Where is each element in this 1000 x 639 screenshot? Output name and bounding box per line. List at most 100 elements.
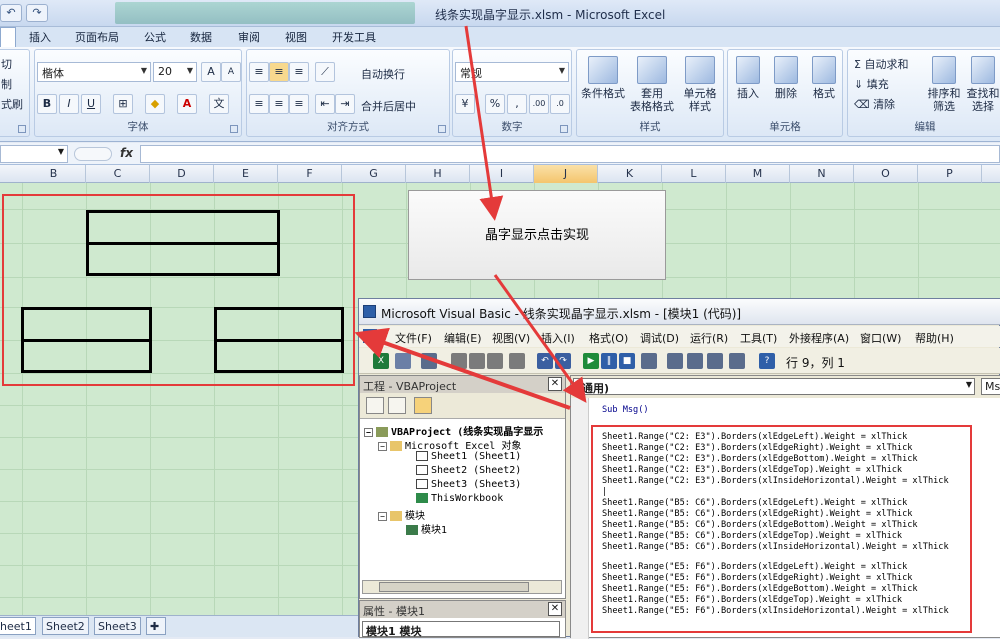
currency-icon[interactable]: ¥ (455, 94, 475, 114)
procedure-dropdown[interactable]: Ms (981, 378, 1000, 395)
tree-item-sheet2[interactable]: Sheet2 (Sheet2) (416, 465, 521, 476)
menu-edit[interactable]: 编辑(E) (444, 330, 482, 346)
find-select-button[interactable]: 查找和 选择 (964, 56, 1000, 113)
tab-developer[interactable]: 开发工具 (332, 29, 376, 45)
format-as-table-button[interactable]: 套用 表格格式 (627, 56, 677, 113)
insert-function-icon[interactable]: fx (120, 146, 133, 160)
object-browser-icon[interactable] (707, 353, 723, 369)
align-bottom-icon[interactable]: ≡ (289, 62, 309, 82)
sheet-tab-sheet1[interactable]: heet1 (0, 617, 36, 635)
tree-item-vbaproject[interactable]: − VBAProject (线条实现晶字显示 (364, 423, 543, 438)
column-header-f[interactable]: F (278, 165, 342, 183)
align-left-icon[interactable]: ≡ (249, 94, 269, 114)
cut-icon[interactable] (451, 353, 467, 369)
project-explorer-icon[interactable] (667, 353, 683, 369)
formula-input[interactable] (140, 145, 1000, 163)
font-name-combo[interactable]: 楷体 ▼ (37, 62, 151, 82)
redo-icon[interactable]: ↷ (555, 353, 571, 369)
view-code-icon[interactable] (366, 397, 384, 414)
menu-tools[interactable]: 工具(T) (740, 330, 777, 346)
clipboard-launcher-icon[interactable] (18, 125, 26, 133)
underline-icon[interactable]: U (81, 94, 101, 114)
tree-item-excel-objects[interactable]: − Microsoft Excel 对象 (378, 437, 521, 452)
cell-styles-button[interactable]: 单元格 样式 (677, 56, 723, 113)
menu-format[interactable]: 格式(O) (589, 330, 628, 346)
horizontal-scrollbar[interactable] (362, 580, 562, 594)
run-icon[interactable]: ▶ (583, 353, 599, 369)
column-header-e[interactable]: E (214, 165, 278, 183)
view-object-icon[interactable] (388, 397, 406, 414)
percent-button[interactable]: % (485, 94, 505, 114)
format-cells-button[interactable]: 格式 (806, 56, 842, 100)
column-header-d[interactable]: D (150, 165, 214, 183)
increase-decimal-button[interactable]: .00 (529, 94, 549, 114)
break-icon[interactable]: ‖ (601, 353, 617, 369)
font-color-icon[interactable]: A (177, 94, 197, 114)
alignment-launcher-icon[interactable] (438, 125, 446, 133)
shrink-font-icon[interactable]: A (221, 62, 241, 82)
fill-button[interactable]: ⇓ 填充 (854, 76, 889, 92)
code-window[interactable]: (通用) ▼ Ms Sub Msg() Sheet1.Range("C2: E3"… (570, 375, 1000, 639)
insert-cells-button[interactable]: 插入 (730, 56, 766, 100)
save-icon[interactable] (421, 353, 437, 369)
toggle-folders-icon[interactable] (414, 397, 432, 414)
font-launcher-icon[interactable] (230, 125, 238, 133)
tab-review[interactable]: 审阅 (238, 29, 260, 45)
column-header-c[interactable]: C (86, 165, 150, 183)
tab-insert[interactable]: 插入 (29, 29, 51, 45)
menu-view[interactable]: 视图(V) (492, 330, 530, 346)
properties-object-select[interactable]: 模块1 模块 (362, 621, 560, 638)
column-header-i[interactable]: I (470, 165, 534, 183)
align-right-icon[interactable]: ≡ (289, 94, 309, 114)
undo-icon[interactable]: ↶ (0, 4, 22, 22)
copy-button[interactable]: 制 (1, 76, 12, 92)
find-icon[interactable] (509, 353, 525, 369)
decrease-decimal-button[interactable]: .0 (550, 94, 570, 114)
fill-color-icon[interactable]: ◆ (145, 94, 165, 114)
comma-button[interactable]: , (507, 94, 527, 114)
number-launcher-icon[interactable] (560, 125, 568, 133)
italic-icon[interactable]: I (59, 94, 79, 114)
toolbox-icon[interactable] (729, 353, 745, 369)
column-header-g[interactable]: G (342, 165, 406, 183)
menu-file[interactable]: 文件(F) (395, 330, 432, 346)
formula-bar-expander[interactable] (74, 147, 112, 161)
insert-module-icon[interactable] (395, 353, 411, 369)
sheet-tab-sheet2[interactable]: Sheet2 (42, 617, 89, 635)
menu-help[interactable]: 帮助(H) (915, 330, 954, 346)
merge-center-button[interactable]: 合并后居中 (361, 98, 416, 114)
tree-item-thisworkbook[interactable]: ThisWorkbook (416, 493, 503, 504)
sheet-tab-sheet3[interactable]: Sheet3 (94, 617, 141, 635)
align-center-icon[interactable]: ≡ (269, 94, 289, 114)
macro-button[interactable]: 晶字显示点击实现 (408, 190, 666, 280)
paste-icon[interactable] (487, 353, 503, 369)
borders-icon[interactable]: ⊞ (113, 94, 133, 114)
column-header-n[interactable]: N (790, 165, 854, 183)
tab-home[interactable] (0, 27, 16, 47)
tab-data[interactable]: 数据 (190, 29, 212, 45)
orientation-icon[interactable]: ⟋ (315, 62, 335, 82)
close-icon[interactable]: ✕ (548, 377, 562, 391)
tree-item-sheet3[interactable]: Sheet3 (Sheet3) (416, 479, 521, 490)
delete-cells-button[interactable]: 删除 (768, 56, 804, 100)
column-header-k[interactable]: K (598, 165, 662, 183)
column-header-p[interactable]: P (918, 165, 982, 183)
format-painter-button[interactable]: 式刷 (1, 96, 23, 112)
column-header-l[interactable]: L (662, 165, 726, 183)
cut-button[interactable]: 切 (1, 56, 12, 72)
tab-formulas[interactable]: 公式 (144, 29, 166, 45)
help-icon[interactable]: ? (759, 353, 775, 369)
increase-indent-icon[interactable]: ⇥ (335, 94, 355, 114)
column-header-h[interactable]: H (406, 165, 470, 183)
decrease-indent-icon[interactable]: ⇤ (315, 94, 335, 114)
phonetic-icon[interactable]: 文 (209, 94, 229, 114)
undo-icon[interactable]: ↶ (537, 353, 553, 369)
menu-addins[interactable]: 外接程序(A) (789, 330, 849, 346)
excel-icon[interactable]: X (373, 353, 389, 369)
name-box[interactable]: ▼ (0, 145, 68, 163)
sort-filter-button[interactable]: 排序和 筛选 (926, 56, 962, 113)
tab-view[interactable]: 视图 (285, 29, 307, 45)
font-size-combo[interactable]: 20 ▼ (153, 62, 197, 82)
scrollbar-thumb[interactable] (379, 582, 529, 592)
tab-page-layout[interactable]: 页面布局 (75, 29, 119, 45)
